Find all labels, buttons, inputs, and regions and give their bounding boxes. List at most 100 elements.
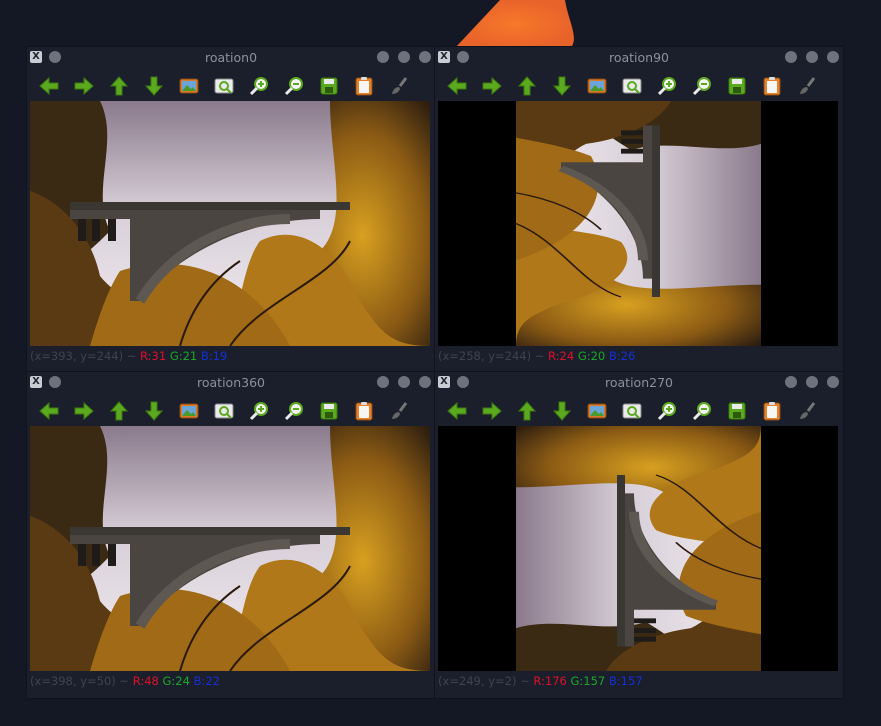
green-value: G:157 — [570, 674, 606, 688]
arrow-up-icon[interactable] — [515, 399, 539, 423]
orange-shape — [455, 0, 574, 48]
blue-value: B:19 — [200, 349, 228, 363]
arrow-left-icon[interactable] — [445, 74, 469, 98]
image-window-roation90[interactable]: X roation90 (x=258, y=244) ~ R:24 G:20 B… — [435, 47, 843, 373]
blue-value: B:22 — [193, 674, 220, 688]
save-icon[interactable] — [725, 399, 749, 423]
clipboard-icon[interactable] — [760, 399, 784, 423]
titlebar[interactable]: X roation0 — [27, 47, 435, 71]
bridge-photo — [30, 101, 430, 346]
zoom-in-icon[interactable] — [655, 399, 679, 423]
arrow-left-icon[interactable] — [445, 399, 469, 423]
brush-icon[interactable] — [387, 399, 411, 423]
image-canvas[interactable] — [30, 101, 430, 346]
zoom-fit-icon[interactable] — [620, 399, 644, 423]
toolbar — [27, 71, 435, 101]
shade-button[interactable] — [377, 376, 389, 388]
status-bar: (x=393, y=244) ~ R:31 G:21 B:19 — [30, 349, 227, 365]
pixel-coords: (x=393, y=244) ~ — [30, 349, 137, 363]
arrow-right-icon[interactable] — [480, 74, 504, 98]
zoom-fit-icon[interactable] — [620, 74, 644, 98]
red-value: R:176 — [533, 674, 567, 688]
image-icon[interactable] — [177, 74, 201, 98]
arrow-down-icon[interactable] — [550, 74, 574, 98]
clipboard-icon[interactable] — [352, 74, 376, 98]
window-title: roation270 — [605, 375, 673, 390]
image-icon[interactable] — [585, 74, 609, 98]
status-bar: (x=258, y=244) ~ R:24 G:20 B:26 — [438, 349, 635, 365]
image-canvas[interactable] — [30, 426, 430, 671]
minimize-button[interactable] — [806, 51, 818, 63]
arrow-down-icon[interactable] — [142, 399, 166, 423]
maximize-button[interactable] — [419, 51, 431, 63]
arrow-left-icon[interactable] — [37, 399, 61, 423]
brush-icon[interactable] — [795, 74, 819, 98]
arrow-down-icon[interactable] — [142, 74, 166, 98]
save-icon[interactable] — [317, 74, 341, 98]
arrow-up-icon[interactable] — [107, 74, 131, 98]
image-window-roation360[interactable]: X roation360 (x=398, y=50) ~ R:48 G:24 B… — [27, 372, 435, 698]
green-value: G:20 — [577, 349, 606, 363]
window-title: roation0 — [204, 50, 258, 65]
toolbar — [435, 71, 843, 101]
arrow-right-icon[interactable] — [72, 74, 96, 98]
zoom-fit-icon[interactable] — [212, 399, 236, 423]
rotated-image — [516, 426, 761, 671]
minimize-button[interactable] — [398, 51, 410, 63]
zoom-out-icon[interactable] — [282, 74, 306, 98]
titlebar[interactable]: X roation90 — [435, 47, 843, 71]
arrow-up-icon[interactable] — [107, 399, 131, 423]
zoom-out-icon[interactable] — [690, 74, 714, 98]
blue-value: B:26 — [608, 349, 636, 363]
zoom-in-icon[interactable] — [247, 399, 271, 423]
titlebar[interactable]: X roation270 — [435, 372, 843, 396]
zoom-in-icon[interactable] — [655, 74, 679, 98]
image-window-roation270[interactable]: X roation270 (x=249, y=2) ~ R:176 G:157 … — [435, 372, 843, 698]
toolbar — [435, 396, 843, 426]
blue-value: B:157 — [608, 674, 643, 688]
image-window-roation0[interactable]: X roation0 (x=393, y=244) ~ R:31 G:21 B:… — [27, 47, 435, 373]
image-icon[interactable] — [177, 399, 201, 423]
window-title: roation90 — [608, 50, 670, 65]
shade-button[interactable] — [785, 376, 797, 388]
zoom-fit-icon[interactable] — [212, 74, 236, 98]
shade-button[interactable] — [377, 51, 389, 63]
clipboard-icon[interactable] — [760, 74, 784, 98]
pixel-coords: (x=258, y=244) ~ — [438, 349, 545, 363]
red-value: R:24 — [548, 349, 575, 363]
shade-button[interactable] — [785, 51, 797, 63]
save-icon[interactable] — [725, 74, 749, 98]
maximize-button[interactable] — [419, 376, 431, 388]
status-bar: (x=249, y=2) ~ R:176 G:157 B:157 — [438, 674, 643, 690]
rotated-image — [516, 101, 761, 346]
bridge-photo — [30, 426, 430, 671]
brush-icon[interactable] — [795, 399, 819, 423]
pixel-coords: (x=398, y=50) ~ — [30, 674, 130, 688]
zoom-in-icon[interactable] — [247, 74, 271, 98]
image-canvas[interactable] — [438, 426, 838, 671]
bridge-photo — [516, 101, 761, 346]
clipboard-icon[interactable] — [352, 399, 376, 423]
status-bar: (x=398, y=50) ~ R:48 G:24 B:22 — [30, 674, 220, 690]
pixel-coords: (x=249, y=2) ~ — [438, 674, 530, 688]
arrow-left-icon[interactable] — [37, 74, 61, 98]
zoom-out-icon[interactable] — [690, 399, 714, 423]
minimize-button[interactable] — [398, 376, 410, 388]
maximize-button[interactable] — [827, 51, 839, 63]
save-icon[interactable] — [317, 399, 341, 423]
image-icon[interactable] — [585, 399, 609, 423]
brush-icon[interactable] — [387, 74, 411, 98]
arrow-right-icon[interactable] — [480, 399, 504, 423]
maximize-button[interactable] — [827, 376, 839, 388]
window-title: roation360 — [197, 375, 265, 390]
zoom-out-icon[interactable] — [282, 399, 306, 423]
arrow-down-icon[interactable] — [550, 399, 574, 423]
arrow-right-icon[interactable] — [72, 399, 96, 423]
toolbar — [27, 396, 435, 426]
titlebar[interactable]: X roation360 — [27, 372, 435, 396]
green-value: G:24 — [162, 674, 190, 688]
image-canvas[interactable] — [438, 101, 838, 346]
red-value: R:31 — [140, 349, 167, 363]
minimize-button[interactable] — [806, 376, 818, 388]
arrow-up-icon[interactable] — [515, 74, 539, 98]
